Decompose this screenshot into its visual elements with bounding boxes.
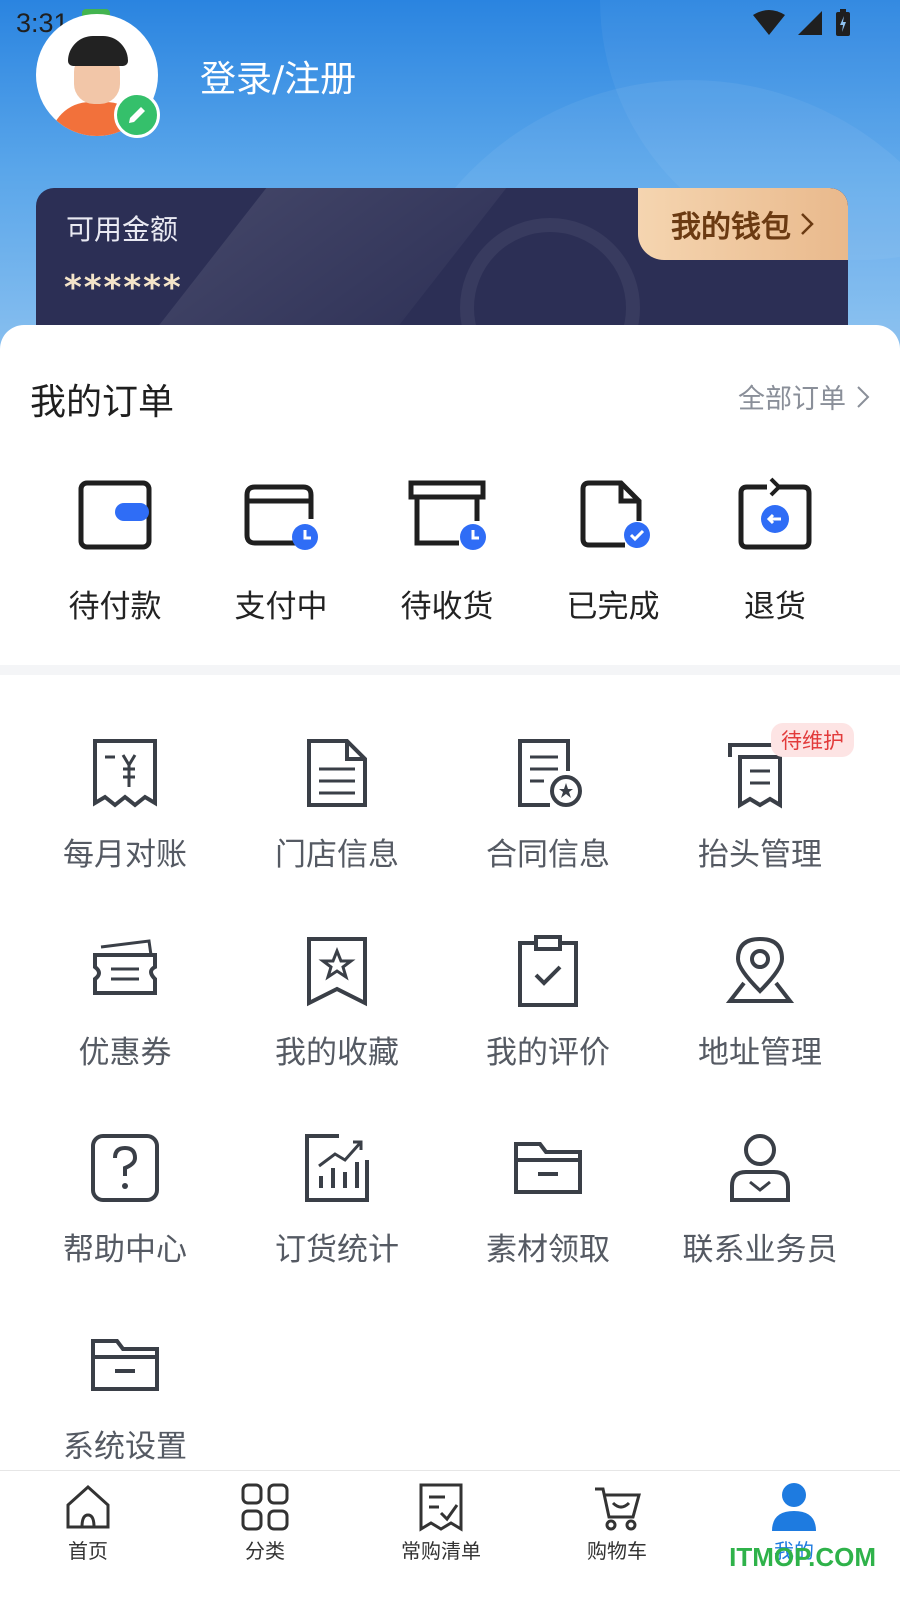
section-divider xyxy=(0,665,900,675)
list-icon xyxy=(415,1481,467,1533)
order-pending-payment[interactable]: 待付款 xyxy=(40,475,190,626)
coupon-icon xyxy=(87,933,163,1009)
service-contact-sales[interactable]: 联系业务员 xyxy=(665,1130,855,1269)
available-amount-label: 可用金额 xyxy=(66,213,179,246)
service-label: 地址管理 xyxy=(698,1035,822,1071)
service-label: 我的评价 xyxy=(486,1035,610,1071)
service-label: 合同信息 xyxy=(486,837,610,873)
battery-icon xyxy=(836,9,850,36)
tab-label: 首页 xyxy=(68,1539,108,1563)
order-return[interactable]: 退货 xyxy=(700,475,850,626)
tab-home[interactable]: 首页 xyxy=(18,1481,158,1564)
service-order-stats[interactable]: 订货统计 xyxy=(242,1130,432,1269)
tab-label: 常购清单 xyxy=(401,1539,481,1563)
login-register-link[interactable]: 登录/注册 xyxy=(200,50,356,102)
service-monthly-statement[interactable]: 每月对账 xyxy=(30,735,220,874)
chevron-right-icon xyxy=(801,213,814,235)
order-item-label: 支付中 xyxy=(234,589,328,625)
service-help-center[interactable]: 帮助中心 xyxy=(30,1130,220,1269)
service-address[interactable]: 地址管理 xyxy=(665,933,855,1072)
service-label: 素材领取 xyxy=(486,1232,610,1268)
tab-label: 购物车 xyxy=(587,1539,647,1563)
user-icon xyxy=(768,1481,820,1533)
service-label: 优惠券 xyxy=(78,1035,172,1071)
service-settings[interactable]: 系统设置 xyxy=(30,1327,220,1466)
order-item-label: 待付款 xyxy=(68,589,162,625)
order-awaiting-receipt[interactable]: 待收货 xyxy=(372,475,522,626)
user-contact-icon xyxy=(722,1130,798,1206)
avatar-hair xyxy=(68,36,128,66)
service-label: 帮助中心 xyxy=(63,1232,187,1268)
all-orders-link[interactable]: 全部订单 xyxy=(738,377,870,416)
home-icon xyxy=(62,1481,114,1533)
service-label: 门店信息 xyxy=(275,837,399,873)
needs-maintenance-badge: 待维护 xyxy=(771,723,854,757)
service-label: 系统设置 xyxy=(63,1429,187,1465)
order-item-label: 退货 xyxy=(744,589,806,625)
wallet-pending-icon xyxy=(75,475,155,555)
question-icon xyxy=(87,1130,163,1206)
contract-star-icon xyxy=(510,735,586,811)
service-materials[interactable]: 素材领取 xyxy=(453,1130,643,1269)
bottom-tab-bar: 首页 分类 常购清单 购物车 我的 ITMOP.COM xyxy=(0,1470,900,1601)
order-item-label: 待收货 xyxy=(400,589,494,625)
clipboard-check-icon xyxy=(510,933,586,1009)
bookmark-star-icon xyxy=(299,933,375,1009)
location-pin-icon xyxy=(722,933,798,1009)
chart-icon xyxy=(299,1130,375,1206)
order-paying[interactable]: 支付中 xyxy=(206,475,356,626)
service-contract-info[interactable]: 合同信息 xyxy=(453,735,643,874)
balance-value: ****** xyxy=(64,268,183,308)
service-label: 抬头管理 xyxy=(698,837,822,873)
card-clock-icon xyxy=(241,475,321,555)
tab-cart[interactable]: 购物车 xyxy=(547,1481,687,1564)
folder-icon xyxy=(510,1130,586,1206)
all-orders-label: 全部订单 xyxy=(738,384,846,415)
settings-folder-icon xyxy=(87,1327,163,1403)
pencil-icon[interactable] xyxy=(114,92,160,138)
category-icon xyxy=(239,1481,291,1533)
watermark: ITMOP.COM xyxy=(729,1542,876,1572)
tab-category[interactable]: 分类 xyxy=(195,1481,335,1564)
signal-icon xyxy=(798,11,822,35)
receipt-yen-icon xyxy=(87,735,163,811)
service-label: 每月对账 xyxy=(63,837,187,873)
service-store-info[interactable]: 门店信息 xyxy=(242,735,432,874)
profile-header: 3:31 登录/注册 可用金额 ****** 我的钱包 xyxy=(0,0,900,380)
order-status-row: 待付款 支付中 待收货 已完成 退货 xyxy=(0,475,900,635)
main-content: 我的订单 全部订单 待付款 支付中 待收货 已完成 退货 每月对账 门店信息 合… xyxy=(0,325,900,1475)
my-wallet-label: 我的钱包 xyxy=(671,210,791,245)
return-icon xyxy=(735,475,815,555)
service-my-reviews[interactable]: 我的评价 xyxy=(453,933,643,1072)
cart-icon xyxy=(591,1481,643,1533)
order-completed[interactable]: 已完成 xyxy=(538,475,688,626)
service-label: 我的收藏 xyxy=(275,1035,399,1071)
my-wallet-button[interactable]: 我的钱包 xyxy=(638,188,848,260)
box-clock-icon xyxy=(407,475,487,555)
orders-title: 我的订单 xyxy=(30,382,175,423)
service-coupons[interactable]: 优惠券 xyxy=(30,933,220,1072)
service-label: 联系业务员 xyxy=(682,1232,838,1268)
wifi-icon xyxy=(753,10,785,35)
order-item-label: 已完成 xyxy=(566,589,660,625)
service-favorites[interactable]: 我的收藏 xyxy=(242,933,432,1072)
service-label: 订货统计 xyxy=(275,1232,399,1268)
document-check-icon xyxy=(573,475,653,555)
tab-label: 分类 xyxy=(245,1539,285,1563)
chevron-right-icon xyxy=(857,385,870,408)
service-invoice-title[interactable]: 待维护 抬头管理 xyxy=(665,723,855,874)
document-icon xyxy=(299,735,375,811)
tab-frequent-list[interactable]: 常购清单 xyxy=(371,1481,511,1564)
